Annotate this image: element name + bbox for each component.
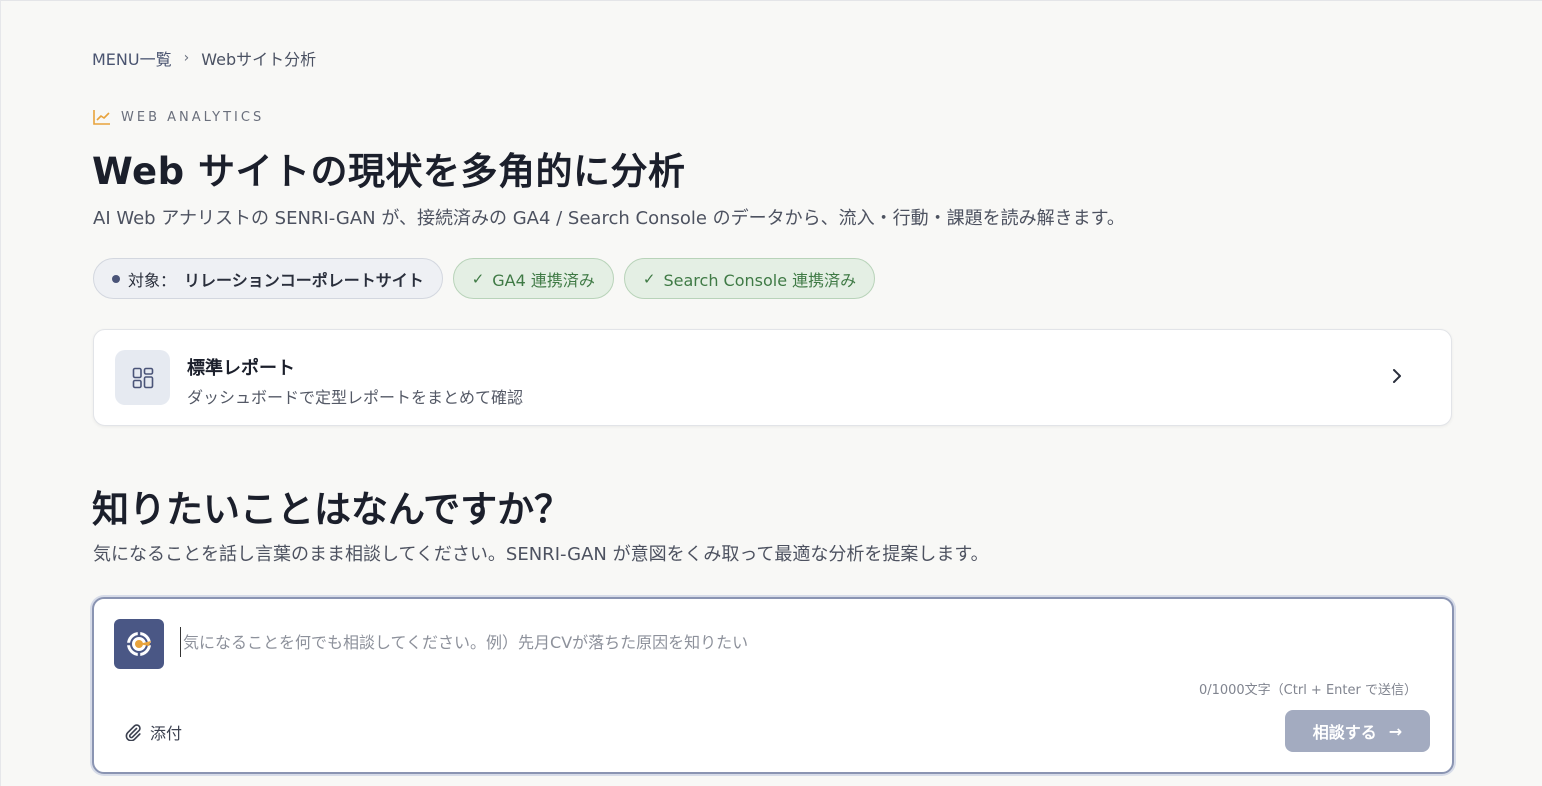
- arrow-right-icon: →: [1388, 721, 1403, 741]
- breadcrumb-chevron-icon: ›: [183, 50, 190, 66]
- ga4-status-label: GA4 連携済み: [492, 270, 595, 290]
- target-site-badge: 対象： リレーションコーポレートサイト: [93, 258, 443, 299]
- chevron-right-icon: [1393, 369, 1401, 383]
- breadcrumb-current: Webサイト分析: [201, 50, 317, 69]
- check-icon: ✓: [642, 269, 656, 288]
- eyebrow-label: WEB ANALYTICS: [121, 109, 265, 125]
- check-icon: ✓: [471, 269, 485, 288]
- search-console-status-badge: ✓ Search Console 連携済み: [623, 258, 876, 299]
- paperclip-icon: [125, 724, 141, 741]
- target-label: 対象：: [128, 270, 177, 290]
- eyebrow: WEB ANALYTICS: [93, 109, 264, 125]
- standard-report-card[interactable]: 標準レポート ダッシュボードで定型レポートをまとめて確認: [93, 329, 1452, 426]
- page-description: AI Web アナリストの SENRI-GAN が、接続済みの GA4 / Se…: [93, 208, 1125, 229]
- breadcrumb-menu-link[interactable]: MENU一覧: [92, 46, 172, 70]
- attach-label: 添付: [150, 724, 183, 743]
- consult-send-button[interactable]: 相談する →: [1285, 710, 1430, 752]
- target-value: リレーションコーポレートサイト: [184, 270, 424, 290]
- search-console-status-label: Search Console 連携済み: [663, 270, 857, 290]
- ga4-status-badge: ✓ GA4 連携済み: [452, 258, 614, 299]
- send-label: 相談する: [1312, 723, 1377, 742]
- character-counter: 0/1000文字（Ctrl + Enter で送信）: [1198, 683, 1417, 698]
- bullet-dot-icon: [112, 274, 120, 283]
- page-title: Web サイトの現状を多角的に分析: [92, 150, 686, 193]
- question-description: 気になることを話し言葉のまま相談してください。SENRI-GAN が意図をくみ取…: [93, 544, 989, 565]
- breadcrumb: MENU一覧 › Webサイト分析: [92, 46, 316, 70]
- chart-line-icon: [93, 110, 110, 125]
- attach-button[interactable]: 添付: [124, 720, 182, 744]
- report-card-subtitle: ダッシュボードで定型レポートをまとめて確認: [187, 388, 524, 407]
- question-title: 知りたいことはなんですか？: [92, 488, 572, 531]
- consult-chat-box: 0/1000文字（Ctrl + Enter で送信） 添付 相談する →: [92, 597, 1454, 774]
- consult-input[interactable]: [180, 627, 1420, 657]
- assistant-avatar: [114, 619, 164, 669]
- target-logo-icon: [124, 629, 154, 659]
- report-card-title: 標準レポート: [187, 358, 295, 379]
- dashboard-grid-icon: [115, 350, 170, 405]
- status-badges: 対象： リレーションコーポレートサイト ✓ GA4 連携済み ✓ Search …: [93, 258, 876, 299]
